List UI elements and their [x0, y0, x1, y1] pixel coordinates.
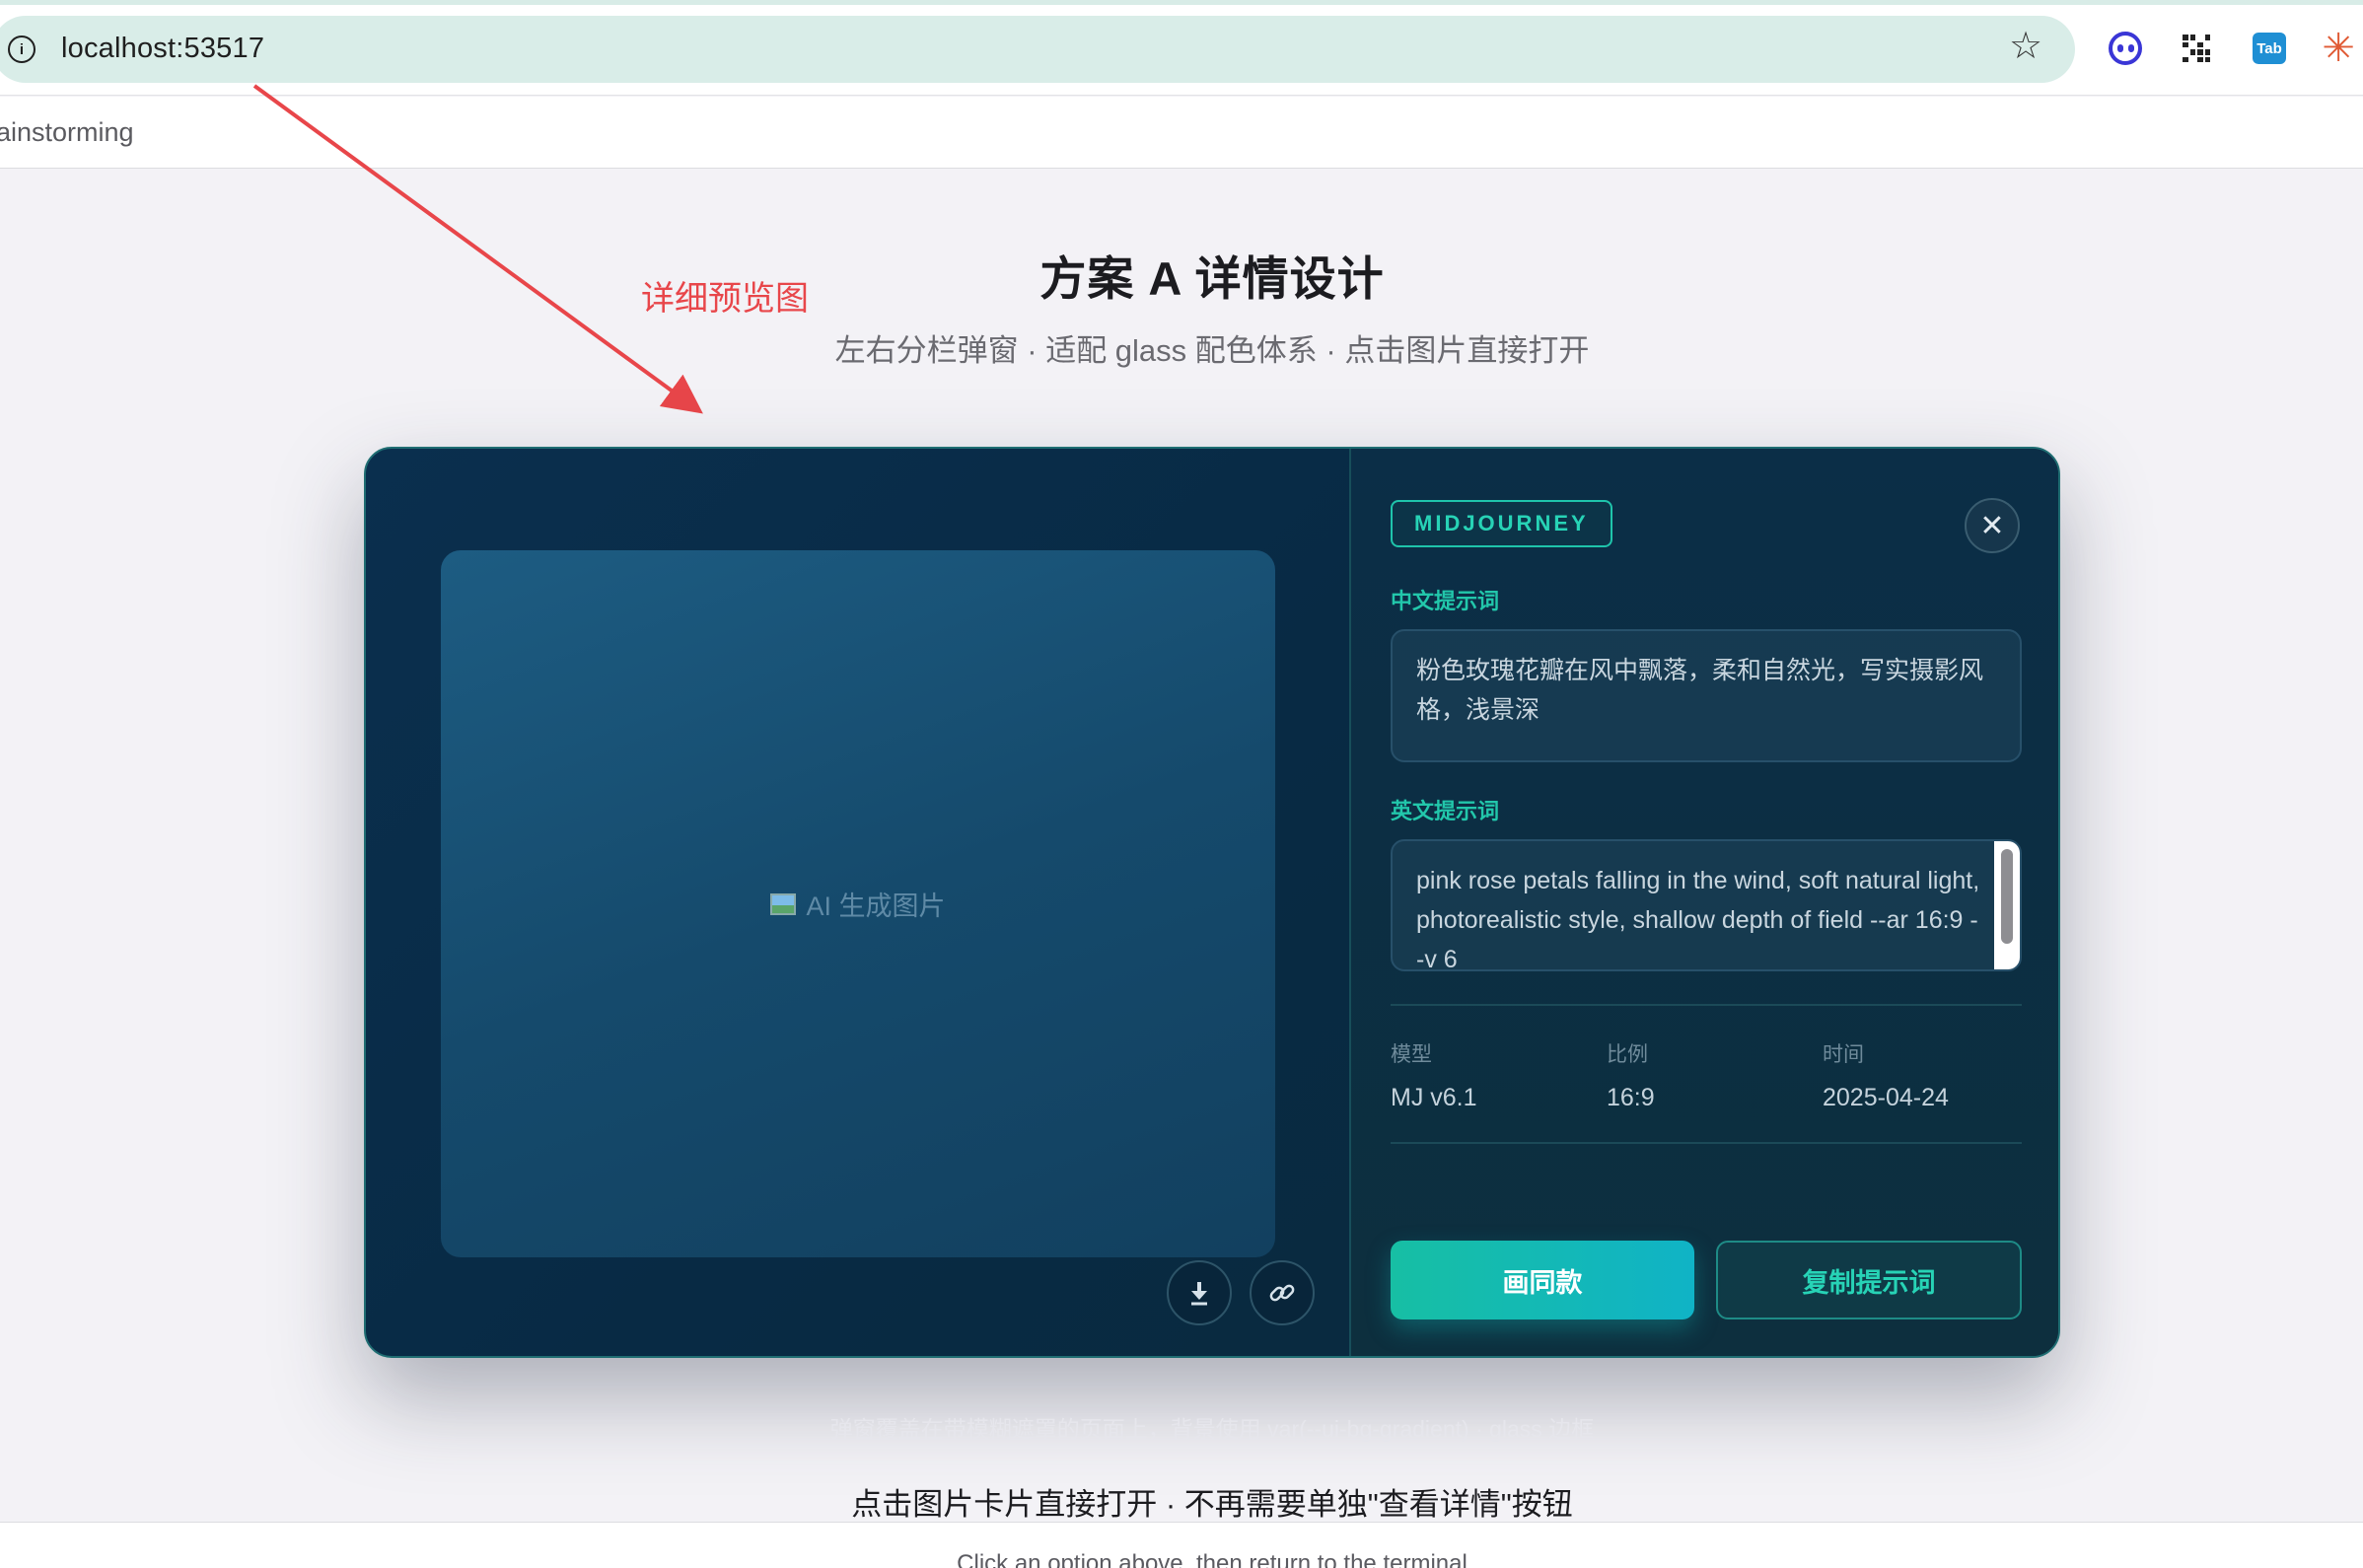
meta-key: 时间	[1823, 1043, 1864, 1066]
meta-key: 模型	[1391, 1043, 1432, 1066]
bookmark-star-icon[interactable]: ☆	[2009, 28, 2042, 65]
image-icon	[770, 892, 797, 915]
address-bar[interactable]	[0, 16, 2075, 83]
model-badge: MIDJOURNEY	[1391, 500, 1612, 547]
close-icon: ✕	[1979, 509, 2005, 542]
tab-title[interactable]: ainstorming	[0, 117, 134, 148]
browser-toolbar: i localhost:53517 ☆ Tab ✳	[0, 0, 2363, 96]
draw-same-button[interactable]: 画同款	[1391, 1241, 1694, 1319]
download-button[interactable]	[1167, 1260, 1232, 1325]
page-title: 方案 A 详情设计	[1039, 252, 1385, 305]
page-tab-bar	[0, 97, 2363, 169]
cn-prompt-field[interactable]: 粉色玫瑰花瓣在风中飘落，柔和自然光，写实摄影风格，浅景深	[1391, 629, 2022, 762]
annotation-label: 详细预览图	[641, 280, 809, 318]
address-url[interactable]: localhost:53517	[61, 33, 264, 65]
page-subtitle: 左右分栏弹窗 · 适配 glass 配色体系 · 点击图片直接打开	[834, 333, 1590, 368]
en-prompt-label: 英文提示词	[1391, 799, 1500, 823]
close-button[interactable]: ✕	[1965, 498, 2020, 553]
caption-faded: 弹窗覆盖在带模糊遮罩的页面上，背景使用 var(--ui-bg-gradient…	[829, 1416, 1595, 1442]
site-info-icon[interactable]: i	[8, 36, 36, 63]
meta-value: 16:9	[1607, 1084, 1655, 1111]
sparkle-extension-icon[interactable]: ✳	[2320, 29, 2357, 68]
divider	[1391, 1004, 2022, 1006]
caption-main: 点击图片卡片直接打开 · 不再需要单独"查看详情"按钮	[851, 1487, 1573, 1522]
divider	[1391, 1142, 2022, 1144]
meta-value: 2025-04-24	[1823, 1084, 1949, 1111]
modal-detail-pane: MIDJOURNEY ✕ 中文提示词 粉色玫瑰花瓣在风中飘落，柔和自然光，写实摄…	[1351, 449, 2058, 1356]
meta-time: 时间 2025-04-24	[1823, 1038, 1949, 1112]
en-prompt-scrollbar[interactable]	[1994, 841, 2020, 969]
link-icon	[1269, 1284, 1295, 1302]
en-prompt-field[interactable]: pink rose petals falling in the wind, so…	[1391, 839, 2022, 971]
tab-extension-icon[interactable]: Tab	[2251, 30, 2288, 67]
meta-key: 比例	[1607, 1043, 1648, 1066]
meta-model: 模型 MJ v6.1	[1391, 1038, 1477, 1112]
footer-text: Click an option above, then return to th…	[957, 1550, 1468, 1568]
meta-ratio: 比例 16:9	[1607, 1038, 1655, 1112]
download-icon	[1191, 1282, 1207, 1306]
cn-prompt-label: 中文提示词	[1391, 589, 1500, 613]
detail-modal: AI 生成图片 MIDJOURNEY ✕ 中文提示词 粉色玫瑰花瓣在风中飘落，柔…	[364, 447, 2060, 1358]
modal-preview-pane: AI 生成图片	[366, 449, 1349, 1356]
face-extension-icon[interactable]	[2107, 30, 2144, 67]
preview-label: AI 生成图片	[806, 891, 946, 921]
qr-code-icon[interactable]	[2178, 30, 2215, 67]
preview-image[interactable]: AI 生成图片	[441, 550, 1275, 1257]
en-prompt-text: pink rose petals falling in the wind, so…	[1416, 867, 1980, 971]
tab-strip-edge	[0, 0, 2363, 5]
meta-value: MJ v6.1	[1391, 1084, 1477, 1111]
copy-link-button[interactable]	[1250, 1260, 1315, 1325]
copy-prompt-button[interactable]: 复制提示词	[1716, 1241, 2022, 1319]
